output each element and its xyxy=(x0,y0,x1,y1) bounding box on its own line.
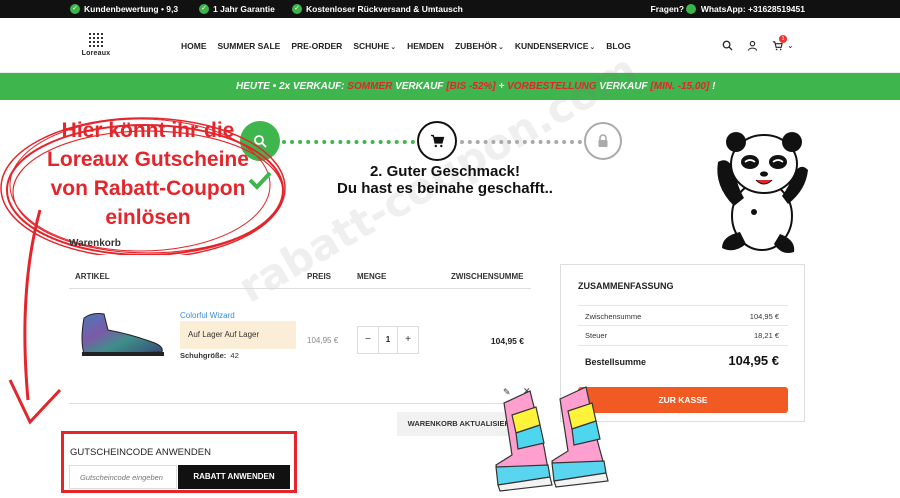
summary-total-label: Bestellsumme xyxy=(585,357,647,367)
col-preis: PREIS xyxy=(307,272,332,281)
chevron-down-icon: ⌄ xyxy=(589,44,596,51)
nav-item-schuhe[interactable]: SCHUHE⌄ xyxy=(353,41,396,51)
promo-sale-label: SOMMER xyxy=(347,81,393,92)
nav-item-pre-order[interactable]: PRE-ORDER xyxy=(291,41,342,51)
step-cart xyxy=(417,121,457,161)
user-icon[interactable] xyxy=(747,40,758,51)
main-nav: HOME SUMMER SALE PRE-ORDER SCHUHE⌄ HEMDE… xyxy=(181,41,631,51)
progress-line-pending xyxy=(460,140,582,144)
top-info-bar: ✓ Kundenbewertung • 9,3 ✓ 1 Jahr Garanti… xyxy=(0,0,900,18)
summary-divider xyxy=(578,325,788,326)
table-divider xyxy=(69,288,531,289)
check-icon xyxy=(248,171,272,190)
annotation-text: Hier könnt ihr die Loreaux Gutscheine vo… xyxy=(47,119,249,229)
summary-subtotal-label: Zwischensumme xyxy=(585,312,642,321)
col-artikel: ARTIKEL xyxy=(75,272,110,281)
quantity-stepper: − 1 + xyxy=(357,326,419,354)
step-checkout xyxy=(584,122,622,160)
logo[interactable]: Loreaux xyxy=(80,32,112,57)
table-divider xyxy=(69,403,531,404)
summary-divider xyxy=(578,305,788,306)
apply-coupon-button[interactable]: RABATT ANWENDEN xyxy=(178,465,290,489)
product-size: Schuhgröße: 42 xyxy=(180,351,239,360)
col-zwischensumme: ZWISCHENSUMME xyxy=(451,272,524,281)
summary-title: ZUSAMMENFASSUNG xyxy=(578,281,674,291)
product-image[interactable] xyxy=(78,310,166,358)
cart-icon xyxy=(430,134,444,148)
whatsapp-link[interactable]: WhatsApp: +31628519451 xyxy=(701,4,805,14)
check-icon: ✓ xyxy=(292,4,302,14)
chevron-down-icon: ⌄ xyxy=(787,41,794,50)
chevron-down-icon: ⌄ xyxy=(390,44,397,51)
progress-line-done xyxy=(282,140,415,144)
qty-input[interactable]: 1 xyxy=(378,327,398,353)
promo-sale-discount: [BIS -52%] xyxy=(446,81,496,92)
annotation-arrow xyxy=(8,209,62,425)
promo-banner[interactable]: HEUTE • 2x VERKAUF: SOMMER VERKAUF [BIS … xyxy=(0,73,900,100)
header-icons: ⌄ 1 xyxy=(722,35,794,51)
promo-preorder-discount: [MIN. -15,00] xyxy=(650,81,710,92)
whatsapp-icon xyxy=(686,4,697,14)
summary-subtotal-value: 104,95 € xyxy=(749,312,779,321)
logo-mark xyxy=(88,32,104,48)
summary-total-value: 104,95 € xyxy=(728,353,779,368)
col-menge: MENGE xyxy=(357,272,387,281)
nav-item-home[interactable]: HOME xyxy=(181,41,207,51)
coupon-label: GUTSCHEINCODE ANWENDEN xyxy=(70,447,211,458)
coupon-input[interactable] xyxy=(69,465,177,489)
summary-divider xyxy=(578,345,788,346)
stock-status: Auf Lager Auf Lager xyxy=(180,321,296,349)
perk-warranty: ✓ 1 Jahr Garantie xyxy=(199,4,275,14)
cart-button[interactable]: ⌄ 1 xyxy=(772,35,794,51)
panda-mascot xyxy=(717,132,808,253)
nav-item-summer-sale[interactable]: SUMMER SALE xyxy=(218,41,281,51)
promo-prefix: HEUTE • 2x VERKAUF: xyxy=(236,81,345,92)
qty-increase-button[interactable]: + xyxy=(398,327,418,353)
summary-tax-label: Steuer xyxy=(585,331,608,340)
check-icon: ✓ xyxy=(199,4,209,14)
check-icon: ✓ xyxy=(70,4,80,14)
cart-count-badge: 1 xyxy=(779,35,787,43)
step-heading: 2. Guter Geschmack! Du hast es beinahe g… xyxy=(337,163,553,197)
perk-free-return: ✓ Kostenloser Rückversand & Umtausch xyxy=(292,4,463,14)
product-subtotal: 104,95 € xyxy=(490,336,524,346)
product-price: 104,95 € xyxy=(307,336,339,345)
chevron-down-icon: ⌄ xyxy=(497,44,504,51)
checkout-page: ✓ Kundenbewertung • 9,3 ✓ 1 Jahr Garanti… xyxy=(0,0,900,498)
boots-illustration xyxy=(495,386,609,492)
cart-title: Warenkorb xyxy=(69,238,121,249)
summary-tax-value: 18,21 € xyxy=(753,331,779,340)
perk-rating: ✓ Kundenbewertung • 9,3 xyxy=(70,4,178,14)
site-header: Loreaux HOME SUMMER SALE PRE-ORDER SCHUH… xyxy=(0,18,900,73)
search-icon[interactable] xyxy=(722,40,733,51)
nav-item-zubehoer[interactable]: ZUBEHÖR⌄ xyxy=(455,41,504,51)
qty-decrease-button[interactable]: − xyxy=(358,327,378,353)
lock-icon xyxy=(598,134,608,147)
product-name-link[interactable]: Colorful Wizard xyxy=(180,311,235,320)
nav-item-hemden[interactable]: HEMDEN xyxy=(407,41,444,51)
nav-item-kundenservice[interactable]: KUNDENSERVICE⌄ xyxy=(515,41,595,51)
